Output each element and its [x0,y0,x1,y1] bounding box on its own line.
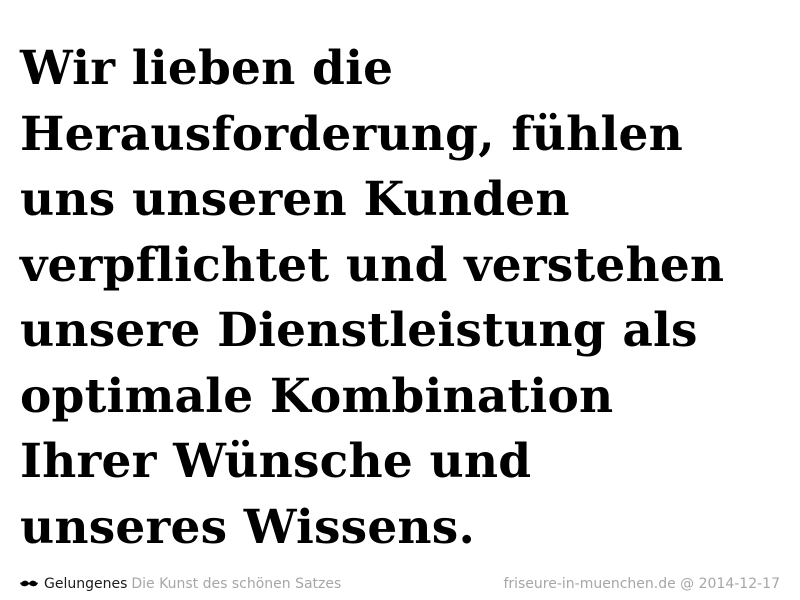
footer: Gelungenes Die Kunst des schönen Satzes … [20,574,780,594]
quote-line: Herausforderung, fühlen [20,106,684,162]
brand-name[interactable]: Gelungenes [44,574,127,594]
quote-line: verpflichtet und verstehen [20,237,725,293]
source-attribution: friseure-in-muenchen.de @ 2014-12-17 [503,576,780,592]
quote-line: unsere Dienstleistung als [20,303,698,358]
quote-line: optimale Kombination [20,368,614,424]
quote-block: Wir lieben die Herausforderung, fühlen u… [20,36,790,560]
quote-line: unseres Wissens. [20,499,476,555]
quote-line: uns unseren Kunden [20,172,570,227]
quote-line: Wir lieben die [20,41,394,96]
tagline: Die Kunst des schönen Satzes [131,576,342,592]
quote-line: Ihrer Wünsche und [20,434,532,489]
mustache-icon [20,578,38,590]
